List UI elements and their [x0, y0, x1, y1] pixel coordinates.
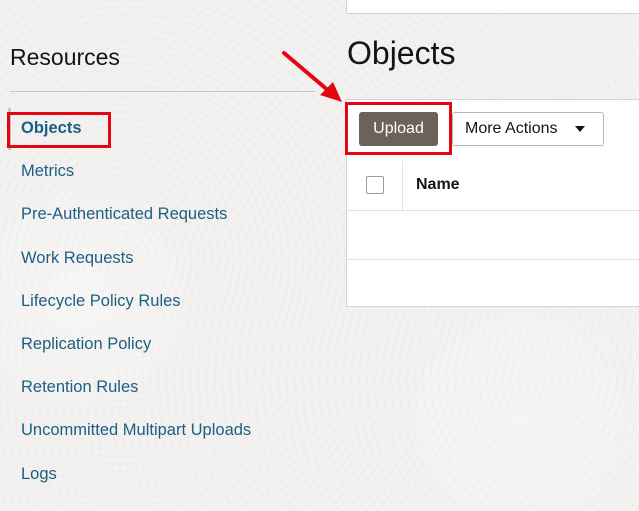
select-all-checkbox[interactable]: [366, 176, 384, 194]
sidebar-item-objects[interactable]: Objects: [21, 119, 82, 138]
table-header-row: Name: [347, 161, 639, 211]
sidebar-item-logs[interactable]: Logs: [21, 465, 57, 484]
resources-sidebar: Resources Objects Metrics Pre-Authentica…: [0, 0, 320, 511]
sidebar-item-pre-authenticated-requests[interactable]: Pre-Authenticated Requests: [21, 205, 227, 224]
caret-down-icon: [575, 126, 585, 132]
active-item-marker: [8, 108, 11, 150]
sidebar-item-retention-rules[interactable]: Retention Rules: [21, 378, 138, 397]
select-all-cell: [347, 161, 403, 210]
more-actions-button[interactable]: More Actions: [452, 112, 604, 146]
page-title: Objects: [347, 35, 456, 71]
top-card-remnant: [346, 0, 639, 14]
upload-button[interactable]: Upload: [359, 112, 438, 146]
resources-heading: Resources: [10, 44, 120, 70]
table-empty-row: [347, 210, 639, 260]
sidebar-item-work-requests[interactable]: Work Requests: [21, 249, 134, 268]
sidebar-item-uncommitted-multipart-uploads[interactable]: Uncommitted Multipart Uploads: [21, 421, 251, 440]
sidebar-item-metrics[interactable]: Metrics: [21, 162, 74, 181]
objects-toolbar: Upload More Actions: [347, 100, 639, 162]
column-header-name[interactable]: Name: [416, 176, 460, 194]
sidebar-divider: [10, 91, 315, 92]
more-actions-label: More Actions: [465, 120, 558, 137]
sidebar-item-lifecycle-policy-rules[interactable]: Lifecycle Policy Rules: [21, 292, 181, 311]
sidebar-item-replication-policy[interactable]: Replication Policy: [21, 335, 151, 354]
objects-table-card: Upload More Actions Name: [346, 99, 639, 307]
